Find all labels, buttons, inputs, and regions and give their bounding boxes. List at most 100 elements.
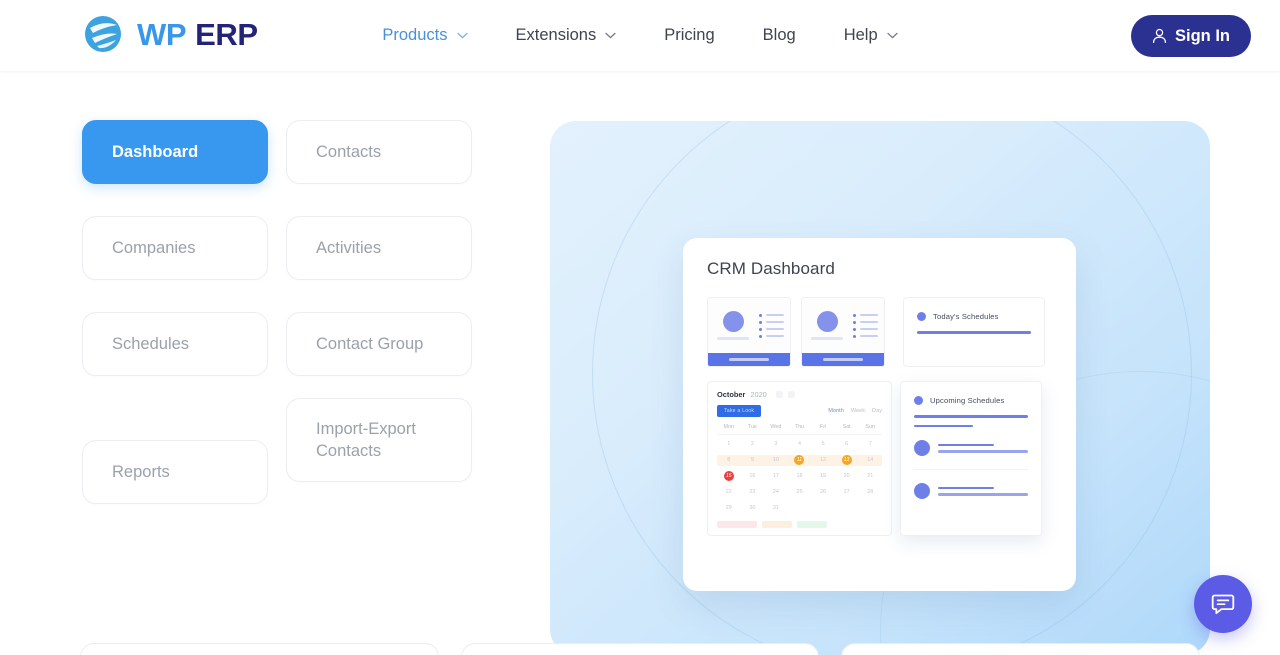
calendar-day-cell[interactable]: 14 xyxy=(858,455,882,466)
tab-contact-group[interactable]: Contact Group xyxy=(286,312,472,376)
calendar-day-cell[interactable]: 16 xyxy=(741,471,765,482)
upcoming-schedules-card[interactable]: Upcoming Schedules xyxy=(900,381,1042,536)
calendar-week-row: 15 16 17 18 19 20 21 xyxy=(717,470,882,482)
user-icon xyxy=(1152,28,1167,44)
upcoming-schedule-item[interactable] xyxy=(914,470,1028,512)
calendar-add-button[interactable]: Take a Look xyxy=(717,405,762,417)
bottom-card[interactable] xyxy=(460,643,820,655)
upcoming-schedules-label: Upcoming Schedules xyxy=(930,396,1005,405)
todays-schedules-label: Today's Schedules xyxy=(933,312,999,321)
tab-contacts[interactable]: Contacts xyxy=(286,120,472,184)
nav-item-products[interactable]: Products xyxy=(358,26,491,45)
avatar xyxy=(914,440,930,457)
site-header: WP ERP Products Extensions Pricing Blog … xyxy=(0,0,1280,71)
nav-item-extensions[interactable]: Extensions xyxy=(492,26,641,45)
upcoming-item-lines xyxy=(938,486,1028,496)
chevron-down-icon xyxy=(886,32,898,39)
calendar-day-cell[interactable]: 1 xyxy=(717,439,741,450)
nav-label-pricing: Pricing xyxy=(664,26,715,44)
todays-schedules-card[interactable]: Today's Schedules xyxy=(903,297,1045,367)
product-feature-tabs: Dashboard Companies Schedules Reports Co… xyxy=(82,120,472,536)
tab-label-import-export-contacts: Import-Export Contacts xyxy=(316,419,416,460)
upcoming-schedule-item[interactable] xyxy=(914,427,1028,469)
tab-companies[interactable]: Companies xyxy=(82,216,268,280)
stat-list xyxy=(853,313,878,338)
calendar-day-cell[interactable]: 28 xyxy=(858,487,882,498)
tab-columns: Dashboard Companies Schedules Reports Co… xyxy=(82,120,472,536)
calendar-day-cell[interactable]: 20 xyxy=(835,471,859,482)
stat-card-footer xyxy=(708,353,790,366)
placeholder-rule xyxy=(917,331,1031,334)
calendar-day-cell[interactable]: 23 xyxy=(741,487,765,498)
calendar-grid: 1 2 3 4 5 6 7 8 9 10 11 12 13 14 15 16 17 18 19 20 21 22 23 24 2… xyxy=(717,435,882,516)
calendar-day-cell[interactable]: 29 xyxy=(717,503,741,514)
tab-reports[interactable]: Reports xyxy=(82,440,268,504)
stat-list-item xyxy=(759,320,784,324)
calendar-view-month[interactable]: Month xyxy=(828,408,844,414)
calendar-day-cell[interactable]: 27 xyxy=(835,487,859,498)
calendar-day-cell[interactable]: 25 xyxy=(788,487,812,498)
nav-item-help[interactable]: Help xyxy=(820,26,922,45)
bottom-card[interactable] xyxy=(841,643,1201,655)
calendar-day-cell[interactable]: 8 xyxy=(717,455,741,466)
calendar-day-header: Sat xyxy=(842,424,851,430)
calendar-day-cell xyxy=(858,503,882,514)
todays-schedules-header: Today's Schedules xyxy=(917,312,1031,321)
calendar-view-day[interactable]: Day xyxy=(872,408,882,414)
calendar-day-cell[interactable]: 10 xyxy=(764,455,788,466)
calendar-day-cell[interactable]: 26 xyxy=(811,487,835,498)
calendar-day-header: Thu xyxy=(794,424,805,430)
calendar-day-cell[interactable]: 5 xyxy=(811,439,835,450)
calendar-day-cell[interactable]: 12 xyxy=(811,455,835,466)
dashboard-bottom-row: October 2020 Take a Look Month Week Day xyxy=(707,381,1052,536)
tab-column-left: Dashboard Companies Schedules Reports xyxy=(82,120,268,536)
calendar-day-cell[interactable]: 18 xyxy=(788,471,812,482)
calendar-day-cell[interactable]: 24 xyxy=(764,487,788,498)
calendar-day-cell[interactable]: 6 xyxy=(835,439,859,450)
page-body: Dashboard Companies Schedules Reports Co… xyxy=(0,71,1280,655)
calendar-day-header: Wed xyxy=(770,424,782,430)
calendar-day-cell[interactable]: 30 xyxy=(741,503,765,514)
tab-activities[interactable]: Activities xyxy=(286,216,472,280)
bottom-card[interactable] xyxy=(80,643,439,655)
preview-panel: CRM Dashboard Today's Schedules October … xyxy=(550,121,1210,655)
calendar-day-cell[interactable]: 21 xyxy=(858,471,882,482)
calendar-day-cell[interactable]: 11 xyxy=(788,455,812,466)
nav-item-pricing[interactable]: Pricing xyxy=(640,26,738,45)
stat-list-item xyxy=(853,320,878,324)
calendar-view-week[interactable]: Week xyxy=(851,408,865,414)
tab-import-export-contacts[interactable]: Import-Export Contacts xyxy=(286,398,472,482)
stat-card[interactable] xyxy=(707,297,791,367)
bullet-icon xyxy=(917,312,926,321)
prev-month-icon xyxy=(775,391,783,398)
tab-dashboard[interactable]: Dashboard xyxy=(82,120,268,184)
tab-label-schedules: Schedules xyxy=(112,334,190,353)
calendar-day-cell[interactable]: 4 xyxy=(788,439,812,450)
calendar-day-headers: Mon Tue Wed Thu Fri Sat Sun xyxy=(717,424,882,435)
nav-label-products: Products xyxy=(382,26,448,44)
calendar-day-cell[interactable]: 15 xyxy=(717,470,741,482)
sign-in-button[interactable]: Sign In xyxy=(1131,15,1251,57)
calendar-day-cell[interactable]: 22 xyxy=(717,487,741,498)
chat-widget-button[interactable] xyxy=(1194,575,1252,633)
calendar-day-cell[interactable]: 31 xyxy=(764,503,788,514)
calendar-day-cell[interactable]: 2 xyxy=(741,439,765,450)
calendar-day-cell[interactable]: 7 xyxy=(858,439,882,450)
tab-column-right: Contacts Activities Contact Group Import… xyxy=(286,120,472,536)
calendar-day-cell[interactable]: 19 xyxy=(811,471,835,482)
calendar-day-cell[interactable]: 17 xyxy=(764,471,788,482)
chevron-down-icon xyxy=(605,32,616,39)
calendar-day-cell[interactable]: 9 xyxy=(741,455,765,466)
stat-card-body xyxy=(802,298,884,353)
stat-card[interactable] xyxy=(801,297,885,367)
calendar-week-row: 22 23 24 25 26 27 28 xyxy=(717,487,882,498)
calendar-day-cell[interactable]: 3 xyxy=(764,439,788,450)
nav-item-blog[interactable]: Blog xyxy=(739,26,820,45)
calendar-day-marker: 11 xyxy=(794,455,805,466)
calendar-widget[interactable]: October 2020 Take a Look Month Week Day xyxy=(707,381,892,536)
calendar-nav-arrows[interactable] xyxy=(775,391,795,398)
tab-schedules[interactable]: Schedules xyxy=(82,312,268,376)
chevron-down-icon xyxy=(456,32,468,39)
calendar-day-cell[interactable]: 13 xyxy=(835,455,859,466)
upcoming-schedules-header: Upcoming Schedules xyxy=(914,396,1028,405)
